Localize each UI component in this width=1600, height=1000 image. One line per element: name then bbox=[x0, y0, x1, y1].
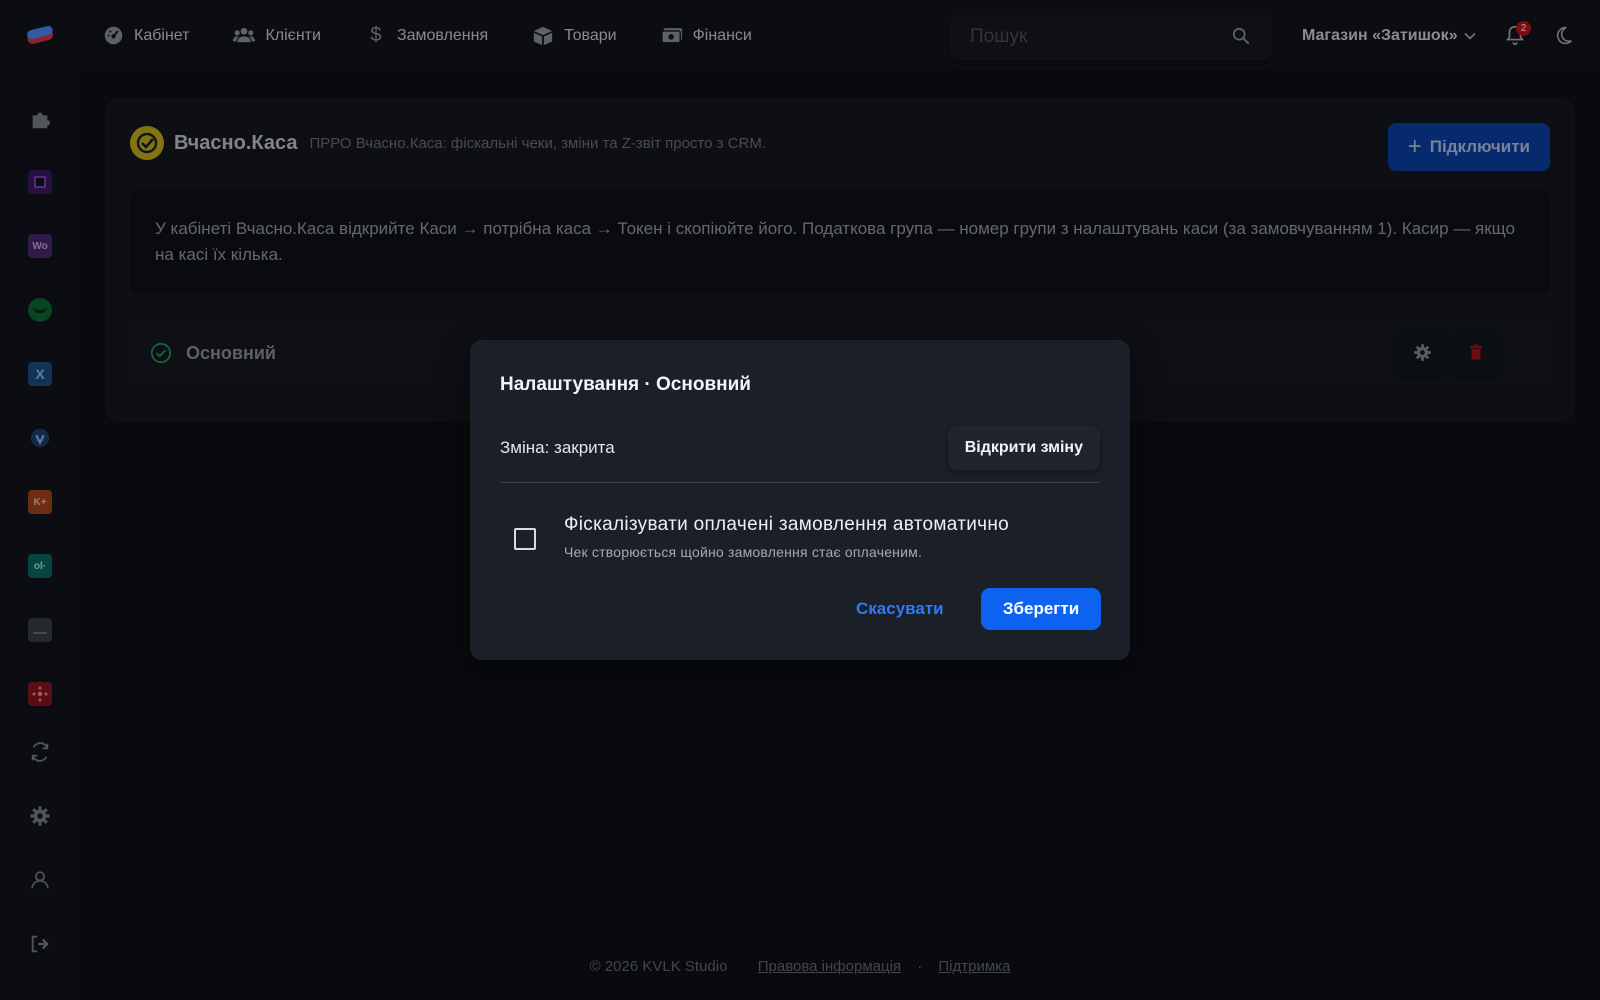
modal-title: Налаштування · Основний bbox=[500, 374, 751, 395]
divider bbox=[500, 482, 1100, 483]
auto-fiscal-label[interactable]: Фіскалізувати оплачені замовлення автома… bbox=[564, 514, 1009, 536]
auto-fiscal-text: Фіскалізувати оплачені замовлення автома… bbox=[564, 514, 1009, 560]
auto-fiscal-option: Фіскалізувати оплачені замовлення автома… bbox=[500, 514, 1100, 560]
shift-status: Зміна: закрита bbox=[500, 438, 615, 457]
auto-fiscal-hint: Чек створюється щойно замовлення стає оп… bbox=[564, 544, 923, 560]
auto-fiscal-checkbox[interactable] bbox=[514, 528, 536, 550]
cancel-button[interactable]: Скасувати bbox=[850, 588, 950, 630]
shift-row: Зміна: закрита Відкрити зміну bbox=[500, 424, 1100, 472]
save-button[interactable]: Зберегти bbox=[981, 588, 1101, 630]
settings-modal: Налаштування · Основний Зміна: закрита В… bbox=[470, 340, 1130, 660]
open-shift-button[interactable]: Відкрити зміну bbox=[947, 426, 1100, 470]
